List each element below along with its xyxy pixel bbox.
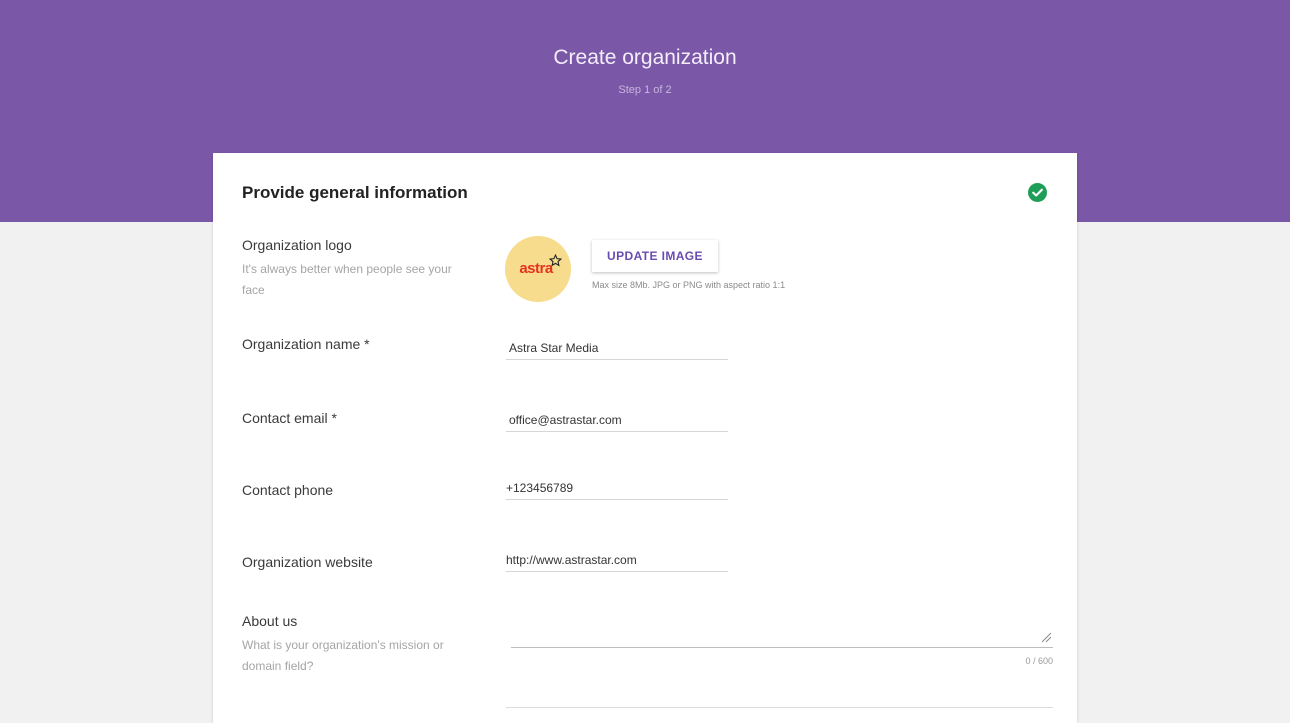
next-field-underline — [506, 707, 1053, 708]
resize-handle-icon[interactable] — [1040, 631, 1052, 643]
check-circle-icon — [1028, 183, 1047, 202]
organization-website-label: Organization website — [242, 554, 373, 570]
organization-name-input[interactable] — [506, 336, 728, 360]
organization-logo-avatar: astra — [505, 236, 571, 302]
logo-label: Organization logo — [242, 237, 352, 253]
about-us-label: About us — [242, 613, 298, 629]
character-counter: 0 / 600 — [1025, 656, 1053, 666]
image-requirements: Max size 8Mb. JPG or PNG with aspect rat… — [592, 280, 786, 290]
contact-phone-label: Contact phone — [242, 482, 334, 498]
step-indicator: Step 1 of 2 — [618, 84, 672, 96]
general-info-card: Provide general information Organization… — [213, 153, 1077, 723]
about-us-hint: What is your organization's mission or d… — [242, 638, 444, 673]
star-icon — [549, 254, 562, 267]
page-title: Create organization — [553, 46, 737, 69]
organization-name-label: Organization name * — [242, 336, 370, 352]
contact-email-input[interactable] — [506, 408, 728, 432]
card-title: Provide general information — [242, 183, 468, 202]
about-us-textarea[interactable] — [511, 608, 1053, 648]
logo-hint: It's always better when people see your … — [242, 262, 452, 297]
contact-email-label: Contact email * — [242, 410, 337, 426]
update-image-button[interactable]: UPDATE IMAGE — [592, 240, 718, 272]
organization-website-input[interactable] — [506, 548, 728, 572]
contact-phone-input[interactable] — [506, 476, 728, 500]
